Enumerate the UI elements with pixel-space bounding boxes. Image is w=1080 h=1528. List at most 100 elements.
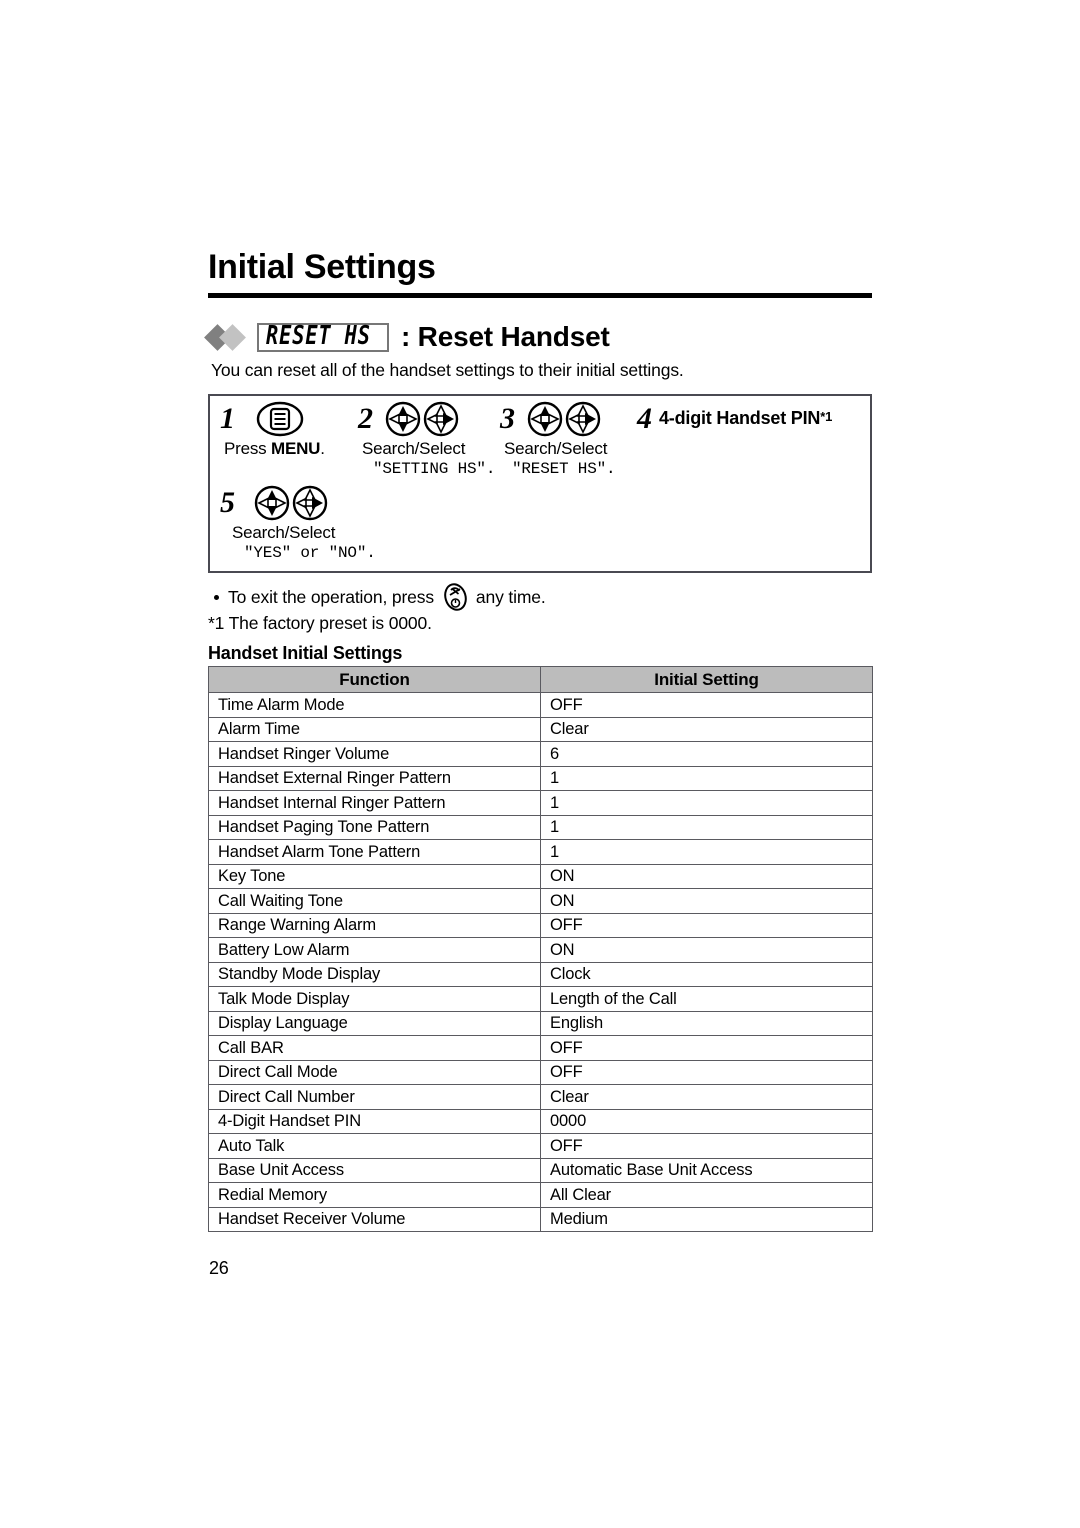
section-title: : Reset Handset bbox=[400, 321, 610, 352]
cell-function: Range Warning Alarm bbox=[208, 912, 541, 938]
step-4-label: 4-digit Handset PIN*1 bbox=[659, 408, 832, 429]
cell-function: Handset External Ringer Pattern bbox=[208, 765, 541, 791]
cell-initial-setting: 1 bbox=[540, 765, 873, 791]
step-1-label: Press MENU. bbox=[224, 439, 325, 459]
cell-function: Talk Mode Display bbox=[208, 986, 541, 1012]
cell-initial-setting: Automatic Base Unit Access bbox=[540, 1157, 873, 1183]
navigator-search-select-icon[interactable] bbox=[383, 400, 465, 438]
step-2-number: 2 bbox=[358, 402, 373, 435]
cell-function: Standby Mode Display bbox=[208, 961, 541, 987]
step-4-number: 4 bbox=[637, 402, 652, 435]
exit-note: To exit the operation, press any time. bbox=[214, 582, 546, 612]
cell-function: Call BAR bbox=[208, 1035, 541, 1061]
table-caption: Handset Initial Settings bbox=[208, 643, 403, 663]
table-row: Standby Mode Display Clock bbox=[208, 961, 873, 987]
navigator-search-select-icon[interactable] bbox=[525, 400, 607, 438]
table-row: Alarm Time Clear bbox=[208, 716, 873, 742]
step-1-label-suffix: . bbox=[320, 439, 325, 458]
bullet-dot-icon bbox=[214, 594, 219, 600]
step-1-label-prefix: Press bbox=[224, 439, 271, 458]
table-row: Display Language English bbox=[208, 1010, 873, 1036]
cell-initial-setting: ON bbox=[540, 937, 873, 963]
cell-function: Direct Call Mode bbox=[208, 1059, 541, 1085]
procedure-steps-box: 1 Press MENU. 2 Search/Select "SETTING H… bbox=[208, 394, 872, 573]
navigator-search-select-icon[interactable] bbox=[252, 484, 334, 522]
cell-function: Handset Paging Tone Pattern bbox=[208, 814, 541, 840]
cell-function: Handset Alarm Tone Pattern bbox=[208, 839, 541, 865]
cell-function: Handset Internal Ringer Pattern bbox=[208, 790, 541, 816]
table-row: Range Warning Alarm OFF bbox=[208, 912, 873, 938]
diamond-bullets-icon bbox=[204, 323, 246, 351]
table-row: Redial Memory All Clear bbox=[208, 1182, 873, 1208]
exit-note-prefix: To exit the operation, press bbox=[228, 586, 434, 607]
table-row: Auto Talk OFF bbox=[208, 1133, 873, 1159]
step-3-display-value: "RESET HS". bbox=[512, 460, 616, 478]
table-row: Call Waiting Tone ON bbox=[208, 888, 873, 914]
cell-initial-setting: ON bbox=[540, 888, 873, 914]
table-row: Call BAR OFF bbox=[208, 1035, 873, 1061]
cell-function: Handset Ringer Volume bbox=[208, 741, 541, 767]
cell-function: Base Unit Access bbox=[208, 1157, 541, 1183]
initial-settings-table: Function Initial Setting Time Alarm Mode… bbox=[208, 666, 873, 1232]
table-row: Direct Call Number Clear bbox=[208, 1084, 873, 1110]
cell-function: Call Waiting Tone bbox=[208, 888, 541, 914]
cell-initial-setting: 1 bbox=[540, 814, 873, 840]
cell-initial-setting: Medium bbox=[540, 1206, 873, 1232]
cell-initial-setting: 1 bbox=[540, 839, 873, 865]
step-4-label-text: 4-digit Handset PIN bbox=[659, 408, 821, 428]
table-row: Handset Alarm Tone Pattern 1 bbox=[208, 839, 873, 865]
column-header-initial-setting: Initial Setting bbox=[540, 666, 873, 693]
cell-initial-setting: All Clear bbox=[540, 1182, 873, 1208]
diamond-light-icon bbox=[219, 323, 246, 351]
table-row: Handset Paging Tone Pattern 1 bbox=[208, 814, 873, 840]
cell-function: Redial Memory bbox=[208, 1182, 541, 1208]
table-row: Time Alarm Mode OFF bbox=[208, 692, 873, 718]
footnote-text: *1 The factory preset is 0000. bbox=[208, 613, 432, 633]
section-heading: RESET HS : Reset Handset bbox=[204, 316, 610, 358]
table-row: Direct Call Mode OFF bbox=[208, 1059, 873, 1085]
step-2-label: Search/Select bbox=[362, 439, 466, 458]
step-2-display-value: "SETTING HS". bbox=[373, 460, 496, 478]
lcd-display-box: RESET HS bbox=[257, 322, 389, 352]
step-3-label: Search/Select bbox=[504, 439, 608, 458]
step-1-number: 1 bbox=[220, 402, 235, 435]
table-row: Handset Ringer Volume 6 bbox=[208, 741, 873, 767]
cell-initial-setting: Length of the Call bbox=[540, 986, 873, 1012]
cell-initial-setting: 0000 bbox=[540, 1108, 873, 1134]
cell-function: Direct Call Number bbox=[208, 1084, 541, 1110]
page-title: Initial Settings bbox=[208, 248, 436, 286]
title-rule bbox=[208, 293, 872, 298]
power-off-key-icon[interactable] bbox=[442, 582, 469, 612]
cell-function: Auto Talk bbox=[208, 1133, 541, 1159]
table-row: Talk Mode Display Length of the Call bbox=[208, 986, 873, 1012]
cell-initial-setting: ON bbox=[540, 863, 873, 889]
cell-initial-setting: OFF bbox=[540, 912, 873, 938]
cell-initial-setting: OFF bbox=[540, 1059, 873, 1085]
table-row: Handset Receiver Volume Medium bbox=[208, 1206, 873, 1232]
step-1-label-bold: MENU bbox=[270, 439, 321, 458]
menu-key-icon[interactable] bbox=[256, 400, 304, 438]
step-4-footnote-marker: *1 bbox=[820, 409, 833, 424]
cell-initial-setting: OFF bbox=[540, 1035, 873, 1061]
cell-function: Time Alarm Mode bbox=[208, 692, 541, 718]
table-row: Base Unit Access Automatic Base Unit Acce… bbox=[208, 1157, 873, 1183]
cell-initial-setting: Clear bbox=[540, 716, 873, 742]
cell-initial-setting: 1 bbox=[540, 790, 873, 816]
step-5-number: 5 bbox=[220, 486, 235, 519]
table-row: Battery Low Alarm ON bbox=[208, 937, 873, 963]
step-5-display-value: "YES" or "NO". bbox=[244, 544, 376, 562]
cell-initial-setting: English bbox=[540, 1010, 873, 1036]
cell-initial-setting: 6 bbox=[540, 741, 873, 767]
cell-function: Key Tone bbox=[208, 863, 541, 889]
exit-note-suffix: any time. bbox=[475, 586, 546, 607]
table-header-row: Function Initial Setting bbox=[208, 666, 873, 693]
cell-initial-setting: Clock bbox=[540, 961, 873, 987]
table-row: Handset Internal Ringer Pattern 1 bbox=[208, 790, 873, 816]
section-intro-text: You can reset all of the handset setting… bbox=[211, 360, 684, 380]
cell-initial-setting: OFF bbox=[540, 692, 873, 718]
cell-function: Handset Receiver Volume bbox=[208, 1206, 541, 1232]
cell-function: Alarm Time bbox=[208, 716, 541, 742]
table-row: 4-Digit Handset PIN 0000 bbox=[208, 1108, 873, 1134]
table-row: Key Tone ON bbox=[208, 863, 873, 889]
table-row: Handset External Ringer Pattern 1 bbox=[208, 765, 873, 791]
